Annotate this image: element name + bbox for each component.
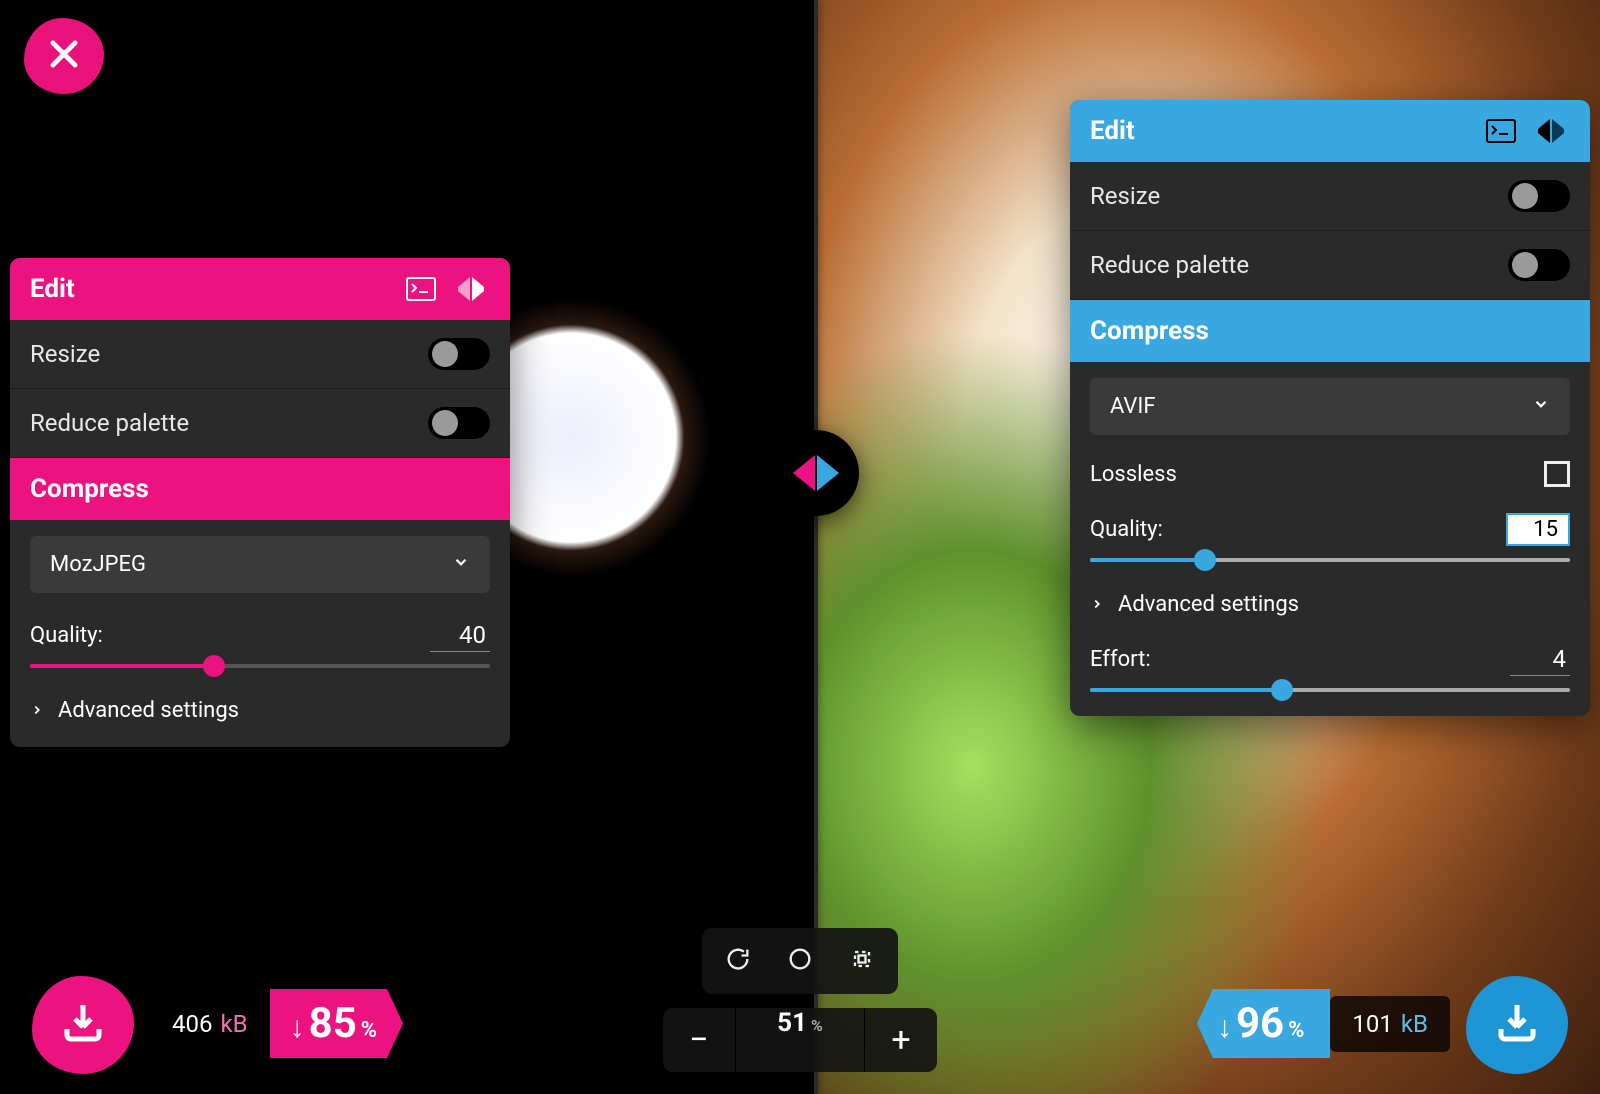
chevron-right-icon <box>30 698 44 723</box>
quality-slider-left[interactable] <box>30 664 490 668</box>
quality-input-left[interactable]: 40 <box>430 619 490 652</box>
advanced-label: Advanced settings <box>58 698 239 723</box>
view-toolbar <box>702 928 898 994</box>
quality-label: Quality: <box>30 623 103 648</box>
arrow-down-icon: ↓ <box>1217 1010 1232 1045</box>
close-icon <box>45 35 83 77</box>
filesize-unit: kB <box>220 1010 247 1038</box>
download-icon <box>59 999 107 1051</box>
edit-title: Edit <box>1090 116 1135 146</box>
resize-row-right: Resize <box>1070 162 1590 231</box>
resize-toggle-right[interactable] <box>1508 180 1570 212</box>
left-options-panel: Edit Resize Reduce palette Compress MozJ… <box>10 258 510 747</box>
reduce-palette-label: Reduce palette <box>1090 251 1249 279</box>
quality-slider-right[interactable] <box>1090 558 1570 562</box>
compress-title: Compress <box>30 474 149 504</box>
advanced-toggle-left[interactable]: Advanced settings <box>30 698 490 723</box>
effort-field: Effort: 4 <box>1090 643 1570 676</box>
minus-icon: − <box>689 1020 708 1060</box>
crop-button[interactable] <box>834 936 890 986</box>
background-button[interactable] <box>772 936 828 986</box>
arrow-down-icon: ↓ <box>290 1010 305 1045</box>
rotate-icon <box>724 945 752 977</box>
filesize-value: 101 <box>1352 1010 1392 1038</box>
lossless-field: Lossless <box>1090 461 1570 487</box>
zoom-out-button[interactable]: − <box>663 1008 735 1072</box>
edit-title: Edit <box>30 274 75 304</box>
stats-right: 101 kB ↓ 96 % <box>1197 989 1450 1058</box>
right-options-panel: Edit Resize Reduce palette Compress AVIF… <box>1070 100 1590 716</box>
compress-title: Compress <box>1090 316 1209 346</box>
collapse-panel-icon[interactable] <box>452 275 490 303</box>
reduce-palette-label: Reduce palette <box>30 409 189 437</box>
reduce-palette-toggle-left[interactable] <box>428 407 490 439</box>
reduction-value: 85 <box>309 999 357 1048</box>
reduction-value: 96 <box>1236 999 1284 1048</box>
filesize-left: 406 kB <box>150 996 270 1052</box>
quality-field-left: Quality: 40 <box>30 619 490 652</box>
percent-sign: % <box>361 1018 377 1043</box>
crop-icon <box>848 945 876 977</box>
zoom-in-button[interactable]: + <box>865 1008 937 1072</box>
codec-select-right[interactable]: AVIF <box>1090 378 1570 435</box>
resize-toggle-left[interactable] <box>428 338 490 370</box>
resize-row-left: Resize <box>10 320 510 389</box>
compress-header-right: Compress <box>1070 300 1590 362</box>
reduce-palette-toggle-right[interactable] <box>1508 249 1570 281</box>
chevron-down-icon <box>452 552 470 577</box>
circle-icon <box>786 945 814 977</box>
zoom-number: 51 <box>777 1008 807 1038</box>
quality-field-right: Quality: 15 <box>1090 513 1570 546</box>
reduction-badge-left: ↓ 85 % <box>270 989 403 1058</box>
edit-header-left: Edit <box>10 258 510 320</box>
chevron-right-icon <box>1090 592 1104 617</box>
effort-slider[interactable] <box>1090 688 1570 692</box>
codec-value: AVIF <box>1110 394 1156 419</box>
download-button-left[interactable] <box>32 976 134 1074</box>
collapse-panel-icon[interactable] <box>1532 117 1570 145</box>
reduce-palette-row-left: Reduce palette <box>10 389 510 458</box>
effort-input[interactable]: 4 <box>1510 643 1570 676</box>
advanced-label: Advanced settings <box>1118 592 1299 617</box>
download-icon <box>1493 999 1541 1051</box>
cli-copy-icon[interactable] <box>404 275 438 303</box>
edit-header-right: Edit <box>1070 100 1590 162</box>
cli-copy-icon[interactable] <box>1484 117 1518 145</box>
reduction-badge-right: ↓ 96 % <box>1197 989 1330 1058</box>
plus-icon: + <box>891 1020 910 1060</box>
zoom-controls: − 51 % + <box>663 1008 937 1072</box>
triangle-left-icon <box>793 455 815 491</box>
percent-sign: % <box>1288 1018 1304 1043</box>
zoom-unit: % <box>811 1016 823 1035</box>
quality-label: Quality: <box>1090 517 1163 542</box>
lossless-checkbox[interactable] <box>1544 461 1570 487</box>
codec-value: MozJPEG <box>50 552 146 577</box>
zoom-value[interactable]: 51 % <box>735 1008 865 1072</box>
download-button-right[interactable] <box>1466 976 1568 1074</box>
quality-input-right[interactable]: 15 <box>1506 513 1570 546</box>
compare-handle[interactable] <box>773 430 859 516</box>
stats-left: 406 kB ↓ 85 % <box>150 989 403 1058</box>
chevron-down-icon <box>1532 394 1550 419</box>
effort-label: Effort: <box>1090 647 1151 672</box>
triangle-right-icon <box>817 455 839 491</box>
advanced-toggle-right[interactable]: Advanced settings <box>1090 592 1570 617</box>
lossless-label: Lossless <box>1090 462 1177 487</box>
compress-header-left: Compress <box>10 458 510 520</box>
close-button[interactable] <box>24 18 104 94</box>
filesize-unit: kB <box>1401 1010 1428 1038</box>
filesize-value: 406 <box>172 1010 212 1038</box>
resize-label: Resize <box>30 340 100 368</box>
codec-select-left[interactable]: MozJPEG <box>30 536 490 593</box>
rotate-button[interactable] <box>710 936 766 986</box>
reduce-palette-row-right: Reduce palette <box>1070 231 1590 300</box>
filesize-right: 101 kB <box>1330 996 1450 1052</box>
resize-label: Resize <box>1090 182 1160 210</box>
